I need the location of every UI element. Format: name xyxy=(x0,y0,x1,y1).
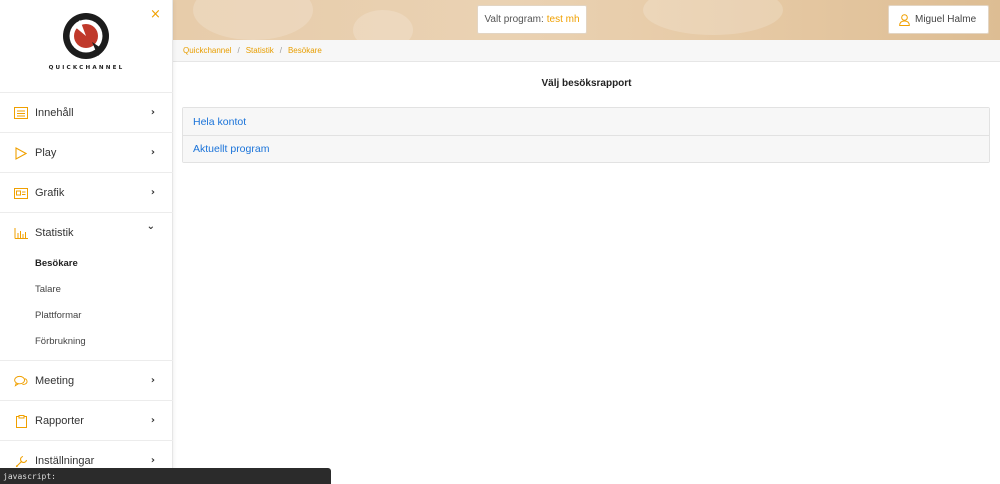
statistik-submenu: Besökare Talare Plattformar Förbrukning xyxy=(0,252,173,360)
bar-chart-icon xyxy=(14,226,28,240)
chevron-right-icon: › xyxy=(150,415,155,426)
sidebar-item-label: Inställningar xyxy=(35,454,95,467)
program-label: Valt program: xyxy=(484,14,544,25)
sidebar-subitem-talare[interactable]: Talare xyxy=(0,278,173,304)
user-menu-button[interactable]: Miguel Halme xyxy=(888,5,989,34)
sidebar-item-play[interactable]: Play › xyxy=(0,132,173,172)
selected-program-box[interactable]: Valt program: test mh xyxy=(477,5,587,34)
play-icon xyxy=(14,146,28,160)
chevron-right-icon: › xyxy=(150,187,155,198)
header-decoration xyxy=(643,0,783,35)
breadcrumb-besokare[interactable]: Besökare xyxy=(288,46,322,55)
chevron-right-icon: › xyxy=(150,455,155,466)
sidebar-item-label: Rapporter xyxy=(35,414,84,427)
chevron-right-icon: › xyxy=(150,147,155,158)
logo-icon xyxy=(63,13,109,59)
sidebar-item-meeting[interactable]: Meeting › xyxy=(0,360,173,400)
report-list: Hela kontot Aktuellt program xyxy=(182,107,990,163)
clipboard-icon xyxy=(14,414,28,428)
sidebar-item-label: Play xyxy=(35,146,57,159)
sidebar-item-statistik[interactable]: Statistik ⌄ xyxy=(0,212,173,252)
chevron-right-icon: › xyxy=(150,107,155,118)
image-icon xyxy=(14,186,28,200)
report-aktuellt-program[interactable]: Aktuellt program xyxy=(183,135,989,162)
breadcrumb-separator: / xyxy=(279,46,282,55)
breadcrumb: Quickchannel / Statistik / Besökare xyxy=(173,40,1000,62)
sidebar-item-innehall[interactable]: Innehåll › xyxy=(0,92,173,132)
sidebar-nav: Innehåll › Play › Grafik › Statistik ⌄ B xyxy=(0,92,173,480)
sidebar-item-label: Innehåll xyxy=(35,106,74,119)
page-title: Välj besöksrapport xyxy=(541,78,632,89)
brand-name: QUICKCHANNEL xyxy=(48,65,125,71)
program-value: test mh xyxy=(546,14,580,25)
sidebar-subitem-plattformar[interactable]: Plattformar xyxy=(0,304,173,330)
list-icon xyxy=(14,106,28,120)
wrench-icon xyxy=(14,454,28,468)
browser-status-bar: javascript: xyxy=(0,468,331,484)
chevron-right-icon: › xyxy=(150,375,155,386)
chat-icon xyxy=(14,374,28,388)
sidebar-subitem-besokare[interactable]: Besökare xyxy=(0,252,173,278)
user-name: Miguel Halme xyxy=(915,14,977,25)
sidebar-item-label: Meeting xyxy=(35,374,75,387)
sidebar-item-rapporter[interactable]: Rapporter › xyxy=(0,400,173,440)
sidebar-item-grafik[interactable]: Grafik › xyxy=(0,172,173,212)
report-hela-kontot[interactable]: Hela kontot xyxy=(183,108,989,135)
breadcrumb-statistik[interactable]: Statistik xyxy=(246,46,274,55)
header-decoration xyxy=(353,10,413,40)
top-header: Valt program: test mh Miguel Halme xyxy=(173,0,1000,40)
quickchannel-logo[interactable]: QUICKCHANNEL xyxy=(0,12,173,82)
user-icon xyxy=(899,13,910,26)
breadcrumb-separator: / xyxy=(237,46,240,55)
sidebar-subitem-forbrukning[interactable]: Förbrukning xyxy=(0,330,173,356)
header-decoration xyxy=(193,0,313,40)
sidebar-item-label: Grafik xyxy=(35,186,65,199)
sidebar: × QUICKCHANNEL Innehåll › Play › Grafik … xyxy=(0,0,173,484)
sidebar-item-label: Statistik xyxy=(35,226,74,239)
breadcrumb-quickchannel[interactable]: Quickchannel xyxy=(183,46,231,55)
chevron-down-icon: ⌄ xyxy=(146,221,155,232)
